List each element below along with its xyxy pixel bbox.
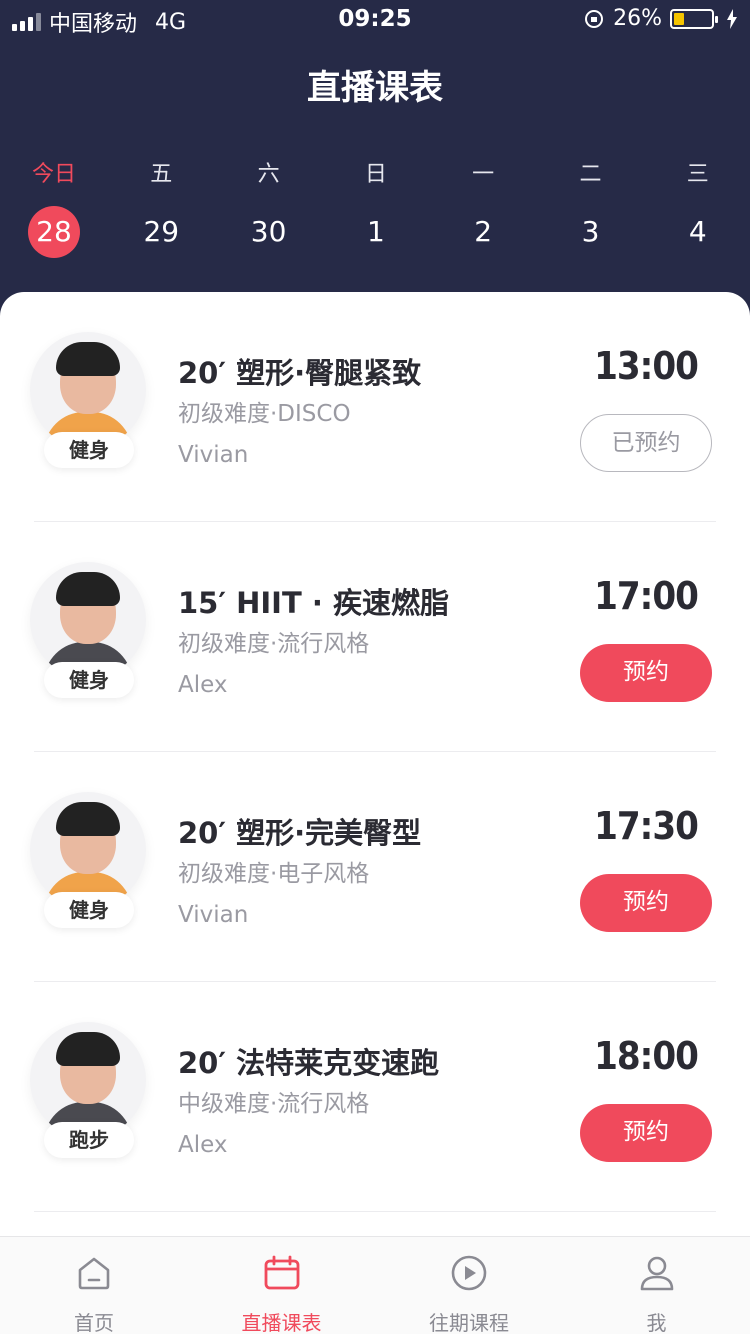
- female-coach-avatar: [30, 332, 146, 448]
- course-time: 18:00: [594, 1034, 699, 1078]
- day-4[interactable]: 一2: [443, 158, 523, 258]
- day-date: 29: [143, 215, 180, 248]
- course-card[interactable]: 跑步 20′ 法特莱克变速跑中级难度·流行风格 Alex 18:00 预约: [0, 982, 750, 1212]
- course-title: 20′ 塑形·臀腿紧致: [178, 356, 422, 390]
- course-time: 13:00: [594, 344, 699, 388]
- home-icon: [74, 1253, 114, 1293]
- tab-label: 直播课表: [241, 1311, 322, 1334]
- tab-user[interactable]: 我: [563, 1237, 750, 1334]
- day-of-week: 六: [257, 162, 280, 187]
- page-title: 直播课表: [307, 68, 443, 108]
- book-button[interactable]: 预约: [580, 644, 712, 702]
- coach-name: Vivian: [178, 902, 249, 928]
- course-subtitle: 初级难度·DISCO: [178, 401, 351, 427]
- book-button[interactable]: 预约: [580, 874, 712, 932]
- day-of-week: 一: [472, 162, 495, 187]
- tab-play[interactable]: 往期课程: [375, 1237, 563, 1334]
- day-date: 30: [250, 215, 287, 248]
- battery-icon: [670, 8, 718, 29]
- day-0[interactable]: 今日 28: [14, 158, 94, 258]
- female-coach-avatar: [30, 792, 146, 908]
- day-date: 28: [28, 206, 80, 258]
- day-3[interactable]: 日1: [336, 158, 416, 258]
- user-icon: [637, 1253, 677, 1293]
- male-coach-avatar: [30, 1022, 146, 1138]
- day-1[interactable]: 五 29: [121, 158, 201, 258]
- tab-label: 我: [646, 1311, 667, 1334]
- category-tag: 健身: [44, 662, 134, 698]
- day-of-week: 二: [579, 162, 602, 187]
- course-card[interactable]: 健身 20′ 塑形·臀腿紧致初级难度·DISCO Vivian 13:00 已预约: [0, 292, 750, 522]
- course-subtitle: 初级难度·流行风格: [178, 631, 370, 657]
- male-coach-avatar: [30, 562, 146, 678]
- battery-percent: 26%: [613, 6, 662, 31]
- course-card[interactable]: 健身 20′ 塑形·完美臀型初级难度·电子风格 Vivian 17:30 预约: [0, 752, 750, 982]
- day-5[interactable]: 二3: [551, 158, 631, 258]
- day-of-week: 今日: [31, 162, 76, 187]
- tab-home[interactable]: 首页: [0, 1237, 188, 1334]
- day-6[interactable]: 三4: [658, 158, 738, 258]
- day-date: 1: [366, 215, 385, 248]
- divider: [34, 1211, 716, 1212]
- day-date: 3: [581, 215, 600, 248]
- coach-name: Alex: [178, 672, 228, 698]
- course-card[interactable]: 健身 15′ HIIT · 疾速燃脂初级难度·流行风格 Alex 17:00 预约: [0, 522, 750, 752]
- day-of-week: 日: [364, 162, 387, 187]
- book-button[interactable]: 预约: [580, 1104, 712, 1162]
- booked-button[interactable]: 已预约: [580, 414, 712, 472]
- tab-bar: 首页 直播课表 往期课程 我: [0, 1236, 750, 1334]
- course-list[interactable]: 健身 20′ 塑形·臀腿紧致 初级难度·DISCO Vivian 13:00 已预约 健身 1…: [0, 292, 750, 1236]
- course-title: 20′ 法特莱克变速跑: [178, 1046, 440, 1080]
- course-subtitle: 中级难度·流行风格: [178, 1091, 370, 1117]
- coach-name: Vivian: [178, 442, 249, 468]
- day-date: 2: [474, 215, 493, 248]
- tab-label: 首页: [74, 1311, 114, 1334]
- course-title: 20′ 塑形·完美臀型: [178, 816, 422, 850]
- day-of-week: 三: [686, 162, 709, 187]
- tab-calendar[interactable]: 直播课表: [188, 1237, 376, 1334]
- day-of-week: 五: [150, 162, 173, 187]
- play-icon: [449, 1253, 489, 1293]
- course-title: 15′ HIIT · 疾速燃脂: [178, 586, 449, 620]
- calendar-icon: [262, 1253, 302, 1293]
- category-tag: 健身: [44, 432, 134, 468]
- category-tag: 跑步: [44, 1122, 134, 1158]
- rotation-lock-icon: [585, 9, 604, 28]
- coach-name: Alex: [178, 1132, 228, 1158]
- course-subtitle: 初级难度·电子风格: [178, 861, 370, 887]
- course-time: 17:30: [594, 804, 699, 848]
- status-bar: 中国移动 4G 09:25 26%: [0, 0, 750, 40]
- course-time: 17:00: [594, 574, 699, 618]
- charging-icon: [727, 8, 737, 29]
- day-date: 4: [688, 215, 707, 248]
- category-tag: 健身: [44, 892, 134, 928]
- day-2[interactable]: 六 30: [229, 158, 309, 258]
- tab-label: 往期课程: [429, 1311, 509, 1334]
